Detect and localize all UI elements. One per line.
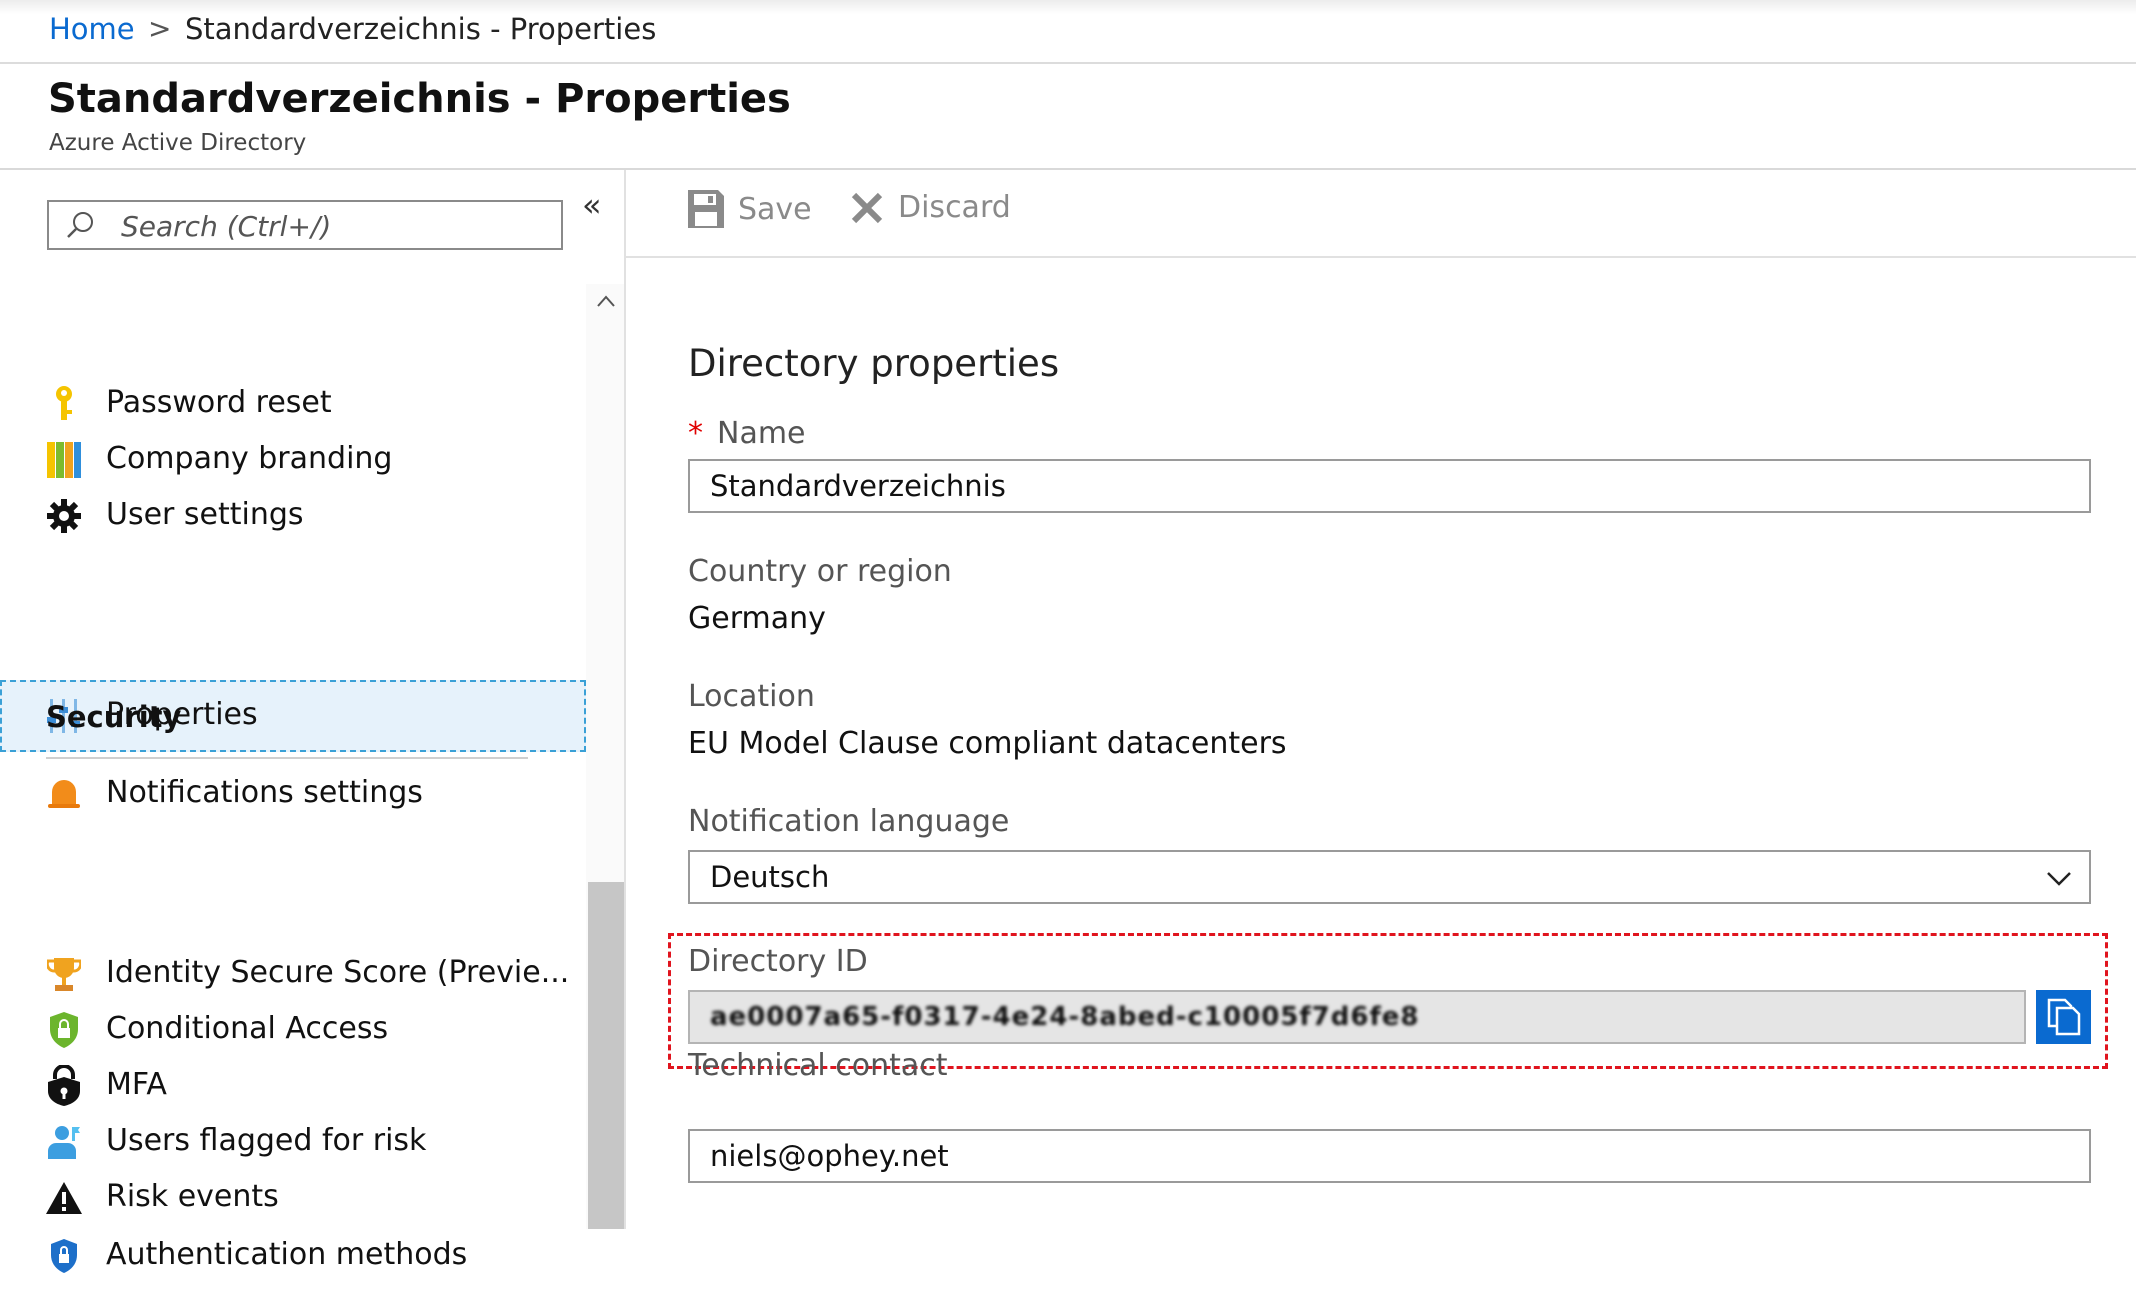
sidebar-item-user-settings[interactable]: User settings [0, 480, 586, 552]
directory-id-label: Directory ID [688, 944, 868, 979]
technical-contact-label: Technical contact [688, 1048, 948, 1083]
sidebar-item-label: User settings [106, 497, 304, 532]
scrollbar-thumb[interactable] [588, 882, 624, 1229]
user-flag-icon [44, 1120, 84, 1164]
scroll-up-icon[interactable] [596, 294, 616, 308]
sidebar-item-label: MFA [106, 1067, 167, 1102]
warning-icon [44, 1176, 84, 1220]
key-icon [44, 382, 84, 426]
section-divider [46, 757, 528, 759]
sidebar-item-label: Risk events [106, 1179, 279, 1214]
location-value: EU Model Clause compliant datacenters [688, 726, 1287, 761]
technical-contact-input[interactable] [710, 1139, 2050, 1173]
shield-lock-icon [44, 1008, 84, 1052]
search-icon [67, 212, 93, 238]
search-box[interactable] [47, 200, 563, 250]
name-input[interactable] [710, 469, 2050, 503]
directory-id-field[interactable]: ae0007a65-f0317-4e24-8abed-c10005f7d6fe8 [688, 990, 2026, 1044]
breadcrumb-home-link[interactable]: Home [49, 12, 135, 46]
required-marker: * [688, 416, 703, 451]
sidebar-item-label: Users flagged for risk [106, 1123, 427, 1158]
bell-icon [44, 772, 84, 816]
properties-form: Directory properties *Name Country or re… [626, 258, 2136, 1229]
breadcrumb-current: Standardverzeichnis - Properties [185, 12, 657, 46]
sidebar-item-label: Authentication methods [106, 1237, 468, 1272]
trophy-icon [44, 952, 84, 996]
security-section-heading: Security [46, 700, 182, 734]
page-title: Standardverzeichnis - Properties [48, 76, 791, 122]
section-title: Directory properties [688, 342, 1060, 385]
technical-contact-field[interactable] [688, 1129, 2091, 1183]
save-icon [688, 190, 724, 228]
copy-icon [2047, 998, 2080, 1036]
country-value: Germany [688, 601, 826, 636]
sidebar-item-label: Notifications settings [106, 775, 423, 810]
lock-shield-icon [44, 1064, 84, 1108]
breadcrumb-separator: > [148, 12, 172, 45]
breadcrumb-bar: Home > Standardverzeichnis - Properties [0, 0, 2136, 64]
notification-language-select[interactable] [688, 850, 2091, 904]
sidebar-item-notifications-settings[interactable]: Notifications settings [0, 758, 586, 830]
sidebar-item-label: Identity Secure Score (Previe... [106, 955, 570, 990]
sidebar-item-label: Conditional Access [106, 1011, 389, 1046]
sidebar-item-label: Company branding [106, 441, 393, 476]
gear-icon [44, 494, 84, 538]
sidebar: « Password reset Company branding User s… [0, 170, 624, 1273]
name-field[interactable] [688, 459, 2091, 513]
chevron-down-icon [2047, 872, 2071, 886]
command-toolbar: Save Discard [626, 170, 2136, 258]
page-subtitle: Azure Active Directory [49, 130, 307, 156]
discard-label: Discard [898, 190, 1011, 225]
save-label: Save [738, 191, 812, 227]
collapse-sidebar-icon[interactable]: « [582, 186, 602, 224]
country-label: Country or region [688, 554, 952, 589]
shield-icon [44, 1234, 84, 1278]
directory-id-value: ae0007a65-f0317-4e24-8abed-c10005f7d6fe8 [710, 1002, 1420, 1032]
notification-language-value[interactable] [710, 860, 2050, 894]
sidebar-item-label: Password reset [106, 385, 332, 420]
save-button[interactable]: Save [688, 190, 812, 228]
name-label: * Name [688, 416, 806, 451]
notification-language-label: Notification language [688, 804, 1010, 839]
search-input[interactable] [119, 208, 553, 244]
branding-icon [44, 438, 84, 482]
close-icon [851, 192, 883, 223]
location-label: Location [688, 679, 815, 714]
discard-button[interactable]: Discard [850, 190, 1011, 225]
sidebar-item-authentication-methods[interactable]: Authentication methods [0, 1220, 586, 1292]
copy-to-clipboard-button[interactable] [2036, 990, 2091, 1044]
